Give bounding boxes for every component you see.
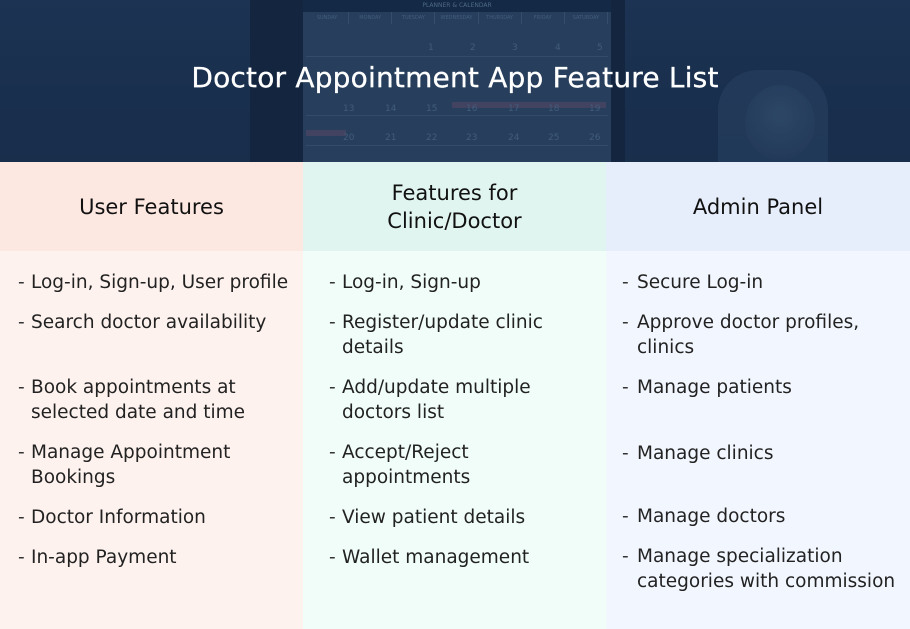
bullet-dash: - (18, 312, 25, 333)
feature-item: - Register/update clinic details (303, 310, 606, 360)
feature-item: - In-app Payment (0, 545, 303, 570)
bullet-dash: - (18, 547, 25, 568)
feature-item: - Search doctor availability (0, 310, 303, 335)
feature-item: - Doctor Information (0, 505, 303, 530)
bullet-dash: - (622, 272, 629, 293)
bullet-dash: - (622, 546, 629, 567)
feature-list: - Log-in, Sign-up - Register/update clinic… (303, 270, 606, 570)
bullet-dash: - (329, 377, 336, 398)
feature-item: - Manage specialization categories with c… (606, 544, 910, 594)
feature-item: - Manage clinics (606, 441, 910, 466)
feature-text: Doctor Information (31, 507, 206, 528)
bullet-dash: - (329, 272, 336, 293)
bullet-dash: - (622, 377, 629, 398)
column-header: User Features (0, 162, 303, 251)
feature-text: Search doctor availability (31, 312, 267, 333)
column-body: - Log-in, Sign-up, User profile - Search d… (0, 251, 303, 629)
feature-text: Manage doctors (637, 506, 786, 527)
feature-text: Manage clinics (637, 443, 774, 464)
bullet-dash: - (622, 312, 629, 333)
feature-text: Add/update multiple doctors list (342, 377, 531, 423)
bullet-dash: - (18, 377, 25, 398)
feature-text: Approve doctor profiles, clinics (637, 312, 860, 358)
feature-item: - Accept/Reject appointments (303, 440, 606, 490)
bullet-dash: - (329, 547, 336, 568)
feature-item: - Wallet management (303, 545, 606, 570)
feature-item: - Manage patients (606, 375, 910, 400)
column-body: - Log-in, Sign-up - Register/update clinic… (303, 251, 606, 629)
feature-item: - Book appointments at selected date and … (0, 375, 303, 425)
feature-text: Accept/Reject appointments (342, 442, 471, 488)
feature-item: - Manage Appointment Bookings (0, 440, 303, 490)
feature-text: Secure Log-in (637, 272, 764, 293)
page-title: Doctor Appointment App Feature List (191, 61, 719, 94)
feature-text: Log-in, Sign-up (342, 272, 481, 293)
feature-text: View patient details (342, 507, 526, 528)
feature-text: Manage specialization categories with co… (637, 546, 896, 592)
column-header: Admin Panel (606, 162, 910, 251)
feature-text: Book appointments at selected date and t… (31, 377, 246, 423)
bullet-dash: - (18, 507, 25, 528)
feature-text: In-app Payment (31, 547, 177, 568)
bullet-dash: - (329, 312, 336, 333)
feature-item: - Approve doctor profiles, clinics (606, 310, 910, 360)
feature-item: - Secure Log-in (606, 270, 910, 295)
feature-table: User Features - Log-in, Sign-up, User pro… (0, 162, 910, 629)
column-header-text: Features for Clinic/Doctor (387, 180, 522, 233)
bullet-dash: - (18, 442, 25, 463)
bullet-dash: - (329, 442, 336, 463)
column-admin-panel: Admin Panel - Secure Log-in - Approve doct… (606, 162, 910, 629)
column-body: - Secure Log-in - Approve doctor profiles,… (606, 251, 910, 629)
feature-item: - Manage doctors (606, 504, 910, 529)
column-user-features: User Features - Log-in, Sign-up, User pro… (0, 162, 303, 629)
feature-list: - Log-in, Sign-up, User profile - Search d… (0, 270, 303, 570)
feature-item: - Log-in, Sign-up, User profile (0, 270, 303, 295)
feature-text: Wallet management (342, 547, 530, 568)
hero-banner: PLANNER & CALENDAR SUNDAY MONDAY TUESDAY… (0, 0, 910, 162)
feature-text: Log-in, Sign-up, User profile (31, 272, 289, 293)
bullet-dash: - (622, 506, 629, 527)
feature-item: - Log-in, Sign-up (303, 270, 606, 295)
bullet-dash: - (329, 507, 336, 528)
feature-item: - Add/update multiple doctors list (303, 375, 606, 425)
feature-text: Register/update clinic details (342, 312, 543, 358)
feature-text: Manage patients (637, 377, 792, 398)
bullet-dash: - (18, 272, 25, 293)
bullet-dash: - (622, 443, 629, 464)
feature-item: - View patient details (303, 505, 606, 530)
feature-list: - Secure Log-in - Approve doctor profiles,… (606, 270, 910, 594)
column-header: Features for Clinic/Doctor (303, 162, 606, 251)
column-clinic-doctor-features: Features for Clinic/Doctor - Log-in, Sign… (303, 162, 606, 629)
feature-text: Manage Appointment Bookings (31, 442, 231, 488)
